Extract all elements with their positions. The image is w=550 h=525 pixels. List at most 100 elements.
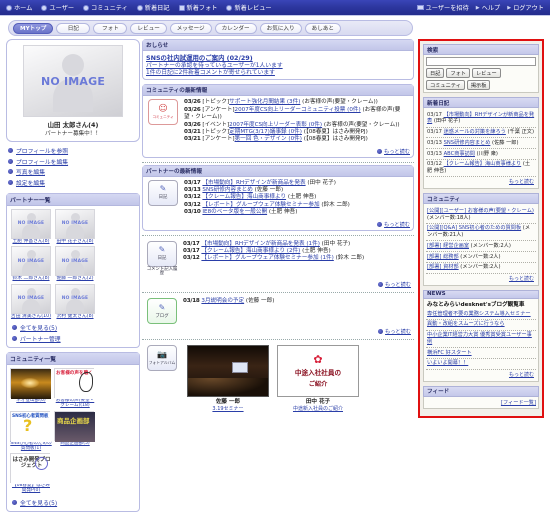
photo-item[interactable]: 佐藤 一郎 3.19セミナー (187, 345, 269, 412)
community-view-all[interactable]: 全てを見る(5) (12, 498, 136, 507)
community-item[interactable]: お客様の声を聴く お客様の声(要望・クレーム)(18) (54, 368, 96, 409)
partner-item[interactable]: NO IMAGE 田中 花子さん(8) (54, 208, 96, 245)
row-link[interactable]: 3月説明会の予定 (201, 298, 244, 304)
item-link[interactable]: [部署] 経営企画室 (427, 243, 469, 249)
news-more[interactable]: もっと読む (426, 370, 536, 379)
item-link[interactable]: 中小企業IT経営力大賞 優秀賞受賞ユーザー事例 (427, 332, 532, 345)
partner-name-link[interactable]: 田中 花子さん(8) (54, 239, 96, 245)
community-name-link[interactable]: 【08春夏】はさみ間発P(0) (10, 483, 52, 494)
partner-item[interactable]: NO IMAGE 土肥 伸吾さん(8) (10, 208, 52, 245)
item-link[interactable]: 異動・改組をスムーズに行うなら (427, 321, 505, 327)
announcement-headline-link[interactable]: SNSの社内試運用のご案内 (02/29) (146, 53, 410, 62)
tab-mytop[interactable]: MYトップ (13, 22, 54, 34)
row-link[interactable]: 2007年度CS向上リーダー表彰 (0件) (229, 122, 322, 128)
partner-name-link[interactable]: 佐藤 一郎さん(2) (54, 276, 96, 282)
partner-name-link[interactable]: 鈴木 二郎さん(8) (10, 276, 52, 282)
search-button-community[interactable]: コミュニティ (426, 80, 465, 90)
search-button-board[interactable]: 掲示板 (466, 80, 491, 90)
search-button-photo[interactable]: フォト (446, 68, 470, 78)
row-link[interactable]: 【クレーム報告】海山商事様より (2件) (201, 248, 300, 254)
partner-item[interactable]: NO IMAGE 佐藤 一郎さん(2) (54, 246, 96, 282)
nav-item-new-diary[interactable]: 新着日記 (136, 3, 170, 12)
item-link[interactable]: 専任管理者不要の業務システム導入セミナー (427, 311, 531, 317)
nav-item-new-photo[interactable]: 新着フォト (178, 3, 217, 12)
partner-avatar[interactable]: NO IMAGE (55, 208, 95, 239)
nav-item-help[interactable]: ▶ ヘルプ (476, 3, 500, 13)
blog-news-more-label[interactable]: もっと読む (385, 329, 411, 335)
comment-news-more[interactable]: もっと読む (142, 280, 414, 290)
tab-calendar[interactable]: カレンダー (214, 22, 257, 34)
partner-item[interactable]: NO IMAGE 吉田 清美さん(10) (10, 283, 52, 320)
profile-link-edit[interactable]: プロフィールを編集 (8, 157, 140, 166)
photo-item[interactable]: ✿ 中途入社社員の ご紹介 田中 花子 中途新入社員のご紹介 (277, 345, 359, 412)
feed-list-link[interactable]: [フィード一覧] (501, 400, 536, 406)
nav-item-home[interactable]: ホーム (6, 3, 32, 12)
partner-news-more-label[interactable]: もっと読む (384, 222, 410, 228)
search-button-review[interactable]: レビュー (471, 68, 501, 78)
news-more-label[interactable]: もっと読む (509, 372, 534, 378)
new-diary-more-label[interactable]: もっと読む (509, 179, 534, 185)
community-name-link[interactable]: お客様の声(要望・クレーム)(18) (54, 398, 96, 409)
profile-link-photo-edit[interactable]: 写真を編集 (8, 167, 140, 176)
partner-news-more[interactable]: もっと読む (143, 220, 413, 230)
partner-avatar[interactable]: NO IMAGE (11, 283, 51, 314)
partner-manage-label[interactable]: パートナー管理 (20, 334, 61, 343)
new-diary-more[interactable]: もっと読む (426, 177, 536, 186)
comment-news-more-label[interactable]: もっと読む (385, 282, 411, 288)
photo-caption-link[interactable]: 中途新入社員のご紹介 (277, 405, 359, 412)
row-link[interactable]: 定期MTG(3/17)議事録 (0件) (229, 129, 302, 135)
item-link[interactable]: 【クレーム報告】海山商事様より (444, 161, 522, 167)
profile-link-view[interactable]: プロフィールを参照 (8, 146, 140, 155)
community-thumbnail[interactable] (10, 368, 51, 400)
profile-link-edit-label[interactable]: プロフィールを編集 (16, 157, 68, 166)
community-item[interactable]: ネオ登山部(0) (10, 368, 52, 409)
community-thumbnail[interactable]: 商品企画部 (54, 410, 95, 442)
profile-avatar[interactable]: NO IMAGE (23, 45, 123, 117)
item-link[interactable]: [公開][ユーザー] お客様の声(要望・クレーム) (427, 208, 534, 214)
partner-item[interactable]: NO IMAGE 鈴木 二郎さん(8) (10, 246, 52, 282)
tab-review[interactable]: レビュー (130, 22, 167, 34)
community-item[interactable]: SNS初心者質問板? SNSが心者のための質問板(1) (10, 410, 52, 452)
item-link[interactable]: ABC商事訪問 (444, 151, 475, 157)
partner-avatar[interactable]: NO IMAGE (55, 246, 95, 277)
row-link[interactable]: 第一回 色・デザイン (0件) (235, 136, 302, 142)
nav-item-community[interactable]: コミュニティ (83, 3, 128, 12)
row-link[interactable]: 2007年度CS向上リーダーコミュニティ投票 (0件) (235, 107, 361, 113)
tab-message[interactable]: メッセージ (169, 22, 212, 34)
search-button-diary[interactable]: 日記 (426, 68, 445, 78)
item-link[interactable]: 横浜FC 好スタート (427, 350, 472, 356)
nav-item-user[interactable]: ユーザー (41, 3, 74, 12)
community-thumbnail[interactable]: SNS初心者質問板? (10, 410, 51, 442)
community-news-more[interactable]: もっと読む (143, 147, 413, 157)
row-link[interactable]: SNS研修内容まとめ (202, 187, 252, 193)
partner-avatar[interactable]: NO IMAGE (11, 208, 51, 239)
partner-avatar[interactable]: NO IMAGE (55, 283, 95, 314)
nav-item-new-review[interactable]: 新着レビュー (226, 3, 272, 12)
announcement-line-2[interactable]: 1件の日記に2件新着コメントが寄せられています (146, 70, 410, 77)
community-sidebar-more[interactable]: もっと読む (426, 274, 536, 283)
tab-footprints[interactable]: あしあと (304, 22, 342, 34)
row-link[interactable]: 【クレーム報告】海山商事様より (202, 194, 286, 200)
profile-link-view-label[interactable]: プロフィールを参照 (16, 146, 68, 155)
partner-view-all[interactable]: 全てを見る(5) (12, 323, 136, 332)
community-thumbnail[interactable]: はさみ開発プロジェクト (10, 453, 51, 485)
profile-link-settings-edit-label[interactable]: 設定を編集 (16, 178, 45, 187)
search-input[interactable] (426, 57, 536, 66)
partner-view-all-label[interactable]: 全てを見る(5) (20, 323, 57, 332)
blog-news-more[interactable]: もっと読む (142, 327, 414, 337)
item-link[interactable]: [部署] 総務部 (427, 254, 459, 260)
item-link[interactable]: [部署] 資材部 (427, 264, 459, 270)
community-sidebar-more-label[interactable]: もっと読む (509, 276, 534, 282)
community-news-more-label[interactable]: もっと読む (384, 149, 410, 155)
photo-caption-link[interactable]: 3.19セミナー (187, 405, 269, 412)
community-name-link[interactable]: SNSが心者のための質問板(1) (10, 441, 52, 452)
item-link[interactable]: いよいよ開幕！！ (427, 360, 468, 366)
tab-favorites[interactable]: お気に入り (259, 22, 302, 34)
row-link[interactable]: サポート強化月間結果 (3件) (229, 99, 300, 105)
community-view-all-label[interactable]: 全てを見る(5) (20, 498, 57, 507)
row-link[interactable]: 【市場動向】RHデザインが新商品を発表 (202, 180, 305, 186)
partner-name-link[interactable]: 吉田 清美さん(10) (10, 314, 52, 320)
row-link[interactable]: IE8のベータ版を一般公開 (202, 209, 267, 215)
community-item[interactable]: はさみ開発プロジェクト 【08春夏】はさみ間発P(0) (10, 453, 52, 494)
row-link[interactable]: 【レポート】グループウェア体験セミナー参加 (202, 202, 319, 208)
